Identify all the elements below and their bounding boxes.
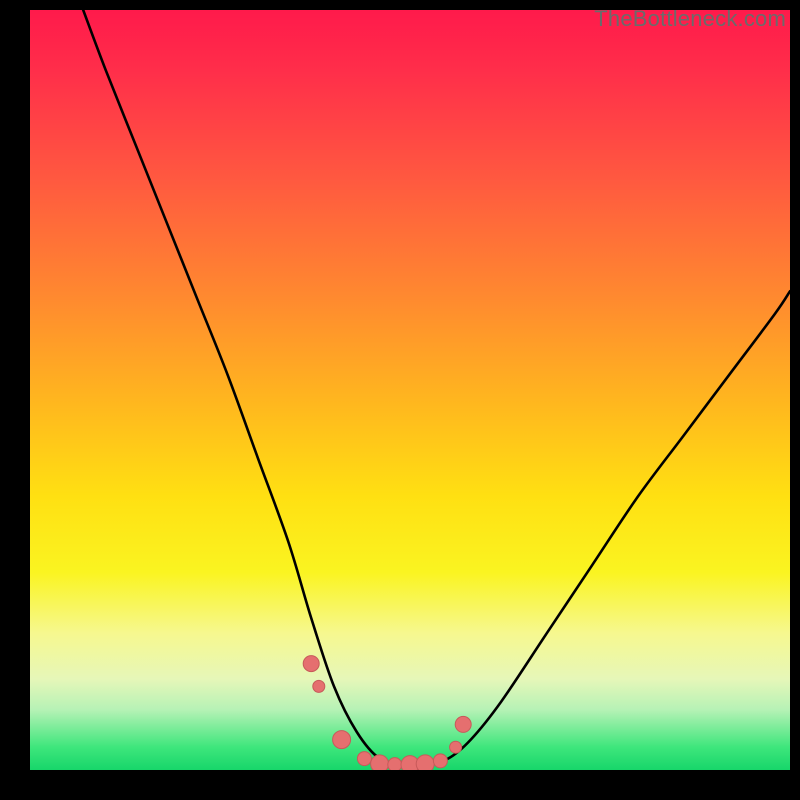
bottleneck-curve xyxy=(83,10,790,765)
trough-marker xyxy=(416,755,434,770)
trough-marker xyxy=(313,680,325,692)
watermark-text: TheBottleneck.com xyxy=(594,6,786,32)
plot-area xyxy=(30,10,790,770)
trough-marker xyxy=(371,755,389,770)
trough-marker xyxy=(357,752,371,766)
trough-marker xyxy=(433,754,447,768)
trough-marker xyxy=(333,731,351,749)
trough-marker xyxy=(388,758,402,770)
trough-marker xyxy=(455,716,471,732)
trough-marker xyxy=(303,656,319,672)
chart-svg xyxy=(30,10,790,770)
trough-marker xyxy=(450,741,462,753)
chart-frame: TheBottleneck.com xyxy=(0,0,800,800)
